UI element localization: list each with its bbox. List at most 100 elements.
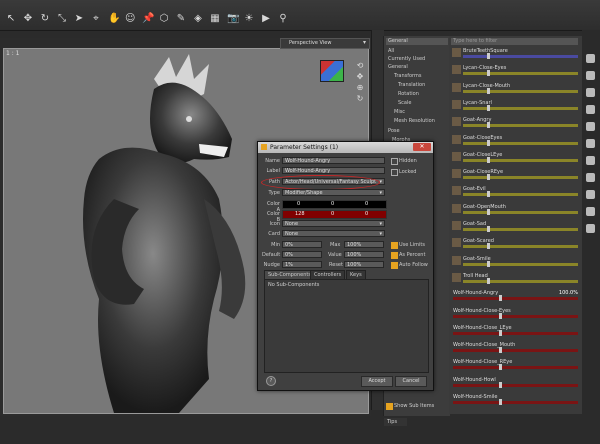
slider-thumb[interactable]: [487, 191, 490, 198]
parameter-row[interactable]: Wolf-Hound-Close-Eyes: [449, 308, 582, 319]
slider-thumb[interactable]: [499, 295, 502, 302]
parameter-row[interactable]: Goat-Smile: [449, 255, 582, 267]
parameter-slider[interactable]: [463, 210, 578, 214]
navigation-controls[interactable]: ⟲ ✥ ⊕ ↻: [355, 60, 365, 104]
color-a-swatch[interactable]: 0 0 0: [282, 200, 387, 209]
parameter-slider[interactable]: [463, 245, 578, 249]
surface-icon[interactable]: ▦: [210, 14, 220, 24]
paint-icon[interactable]: ✎: [176, 14, 186, 24]
parameter-row[interactable]: Goat-CloseLEye: [449, 151, 582, 163]
icon-dropdown[interactable]: None: [282, 220, 385, 227]
geometry-icon[interactable]: ◈: [193, 14, 203, 24]
parameter-row[interactable]: Goat-Evil: [449, 186, 582, 198]
default-field[interactable]: 0%: [282, 251, 322, 258]
parameter-row[interactable]: Wolf-Hound-Close_LEye: [449, 325, 582, 336]
parameter-row[interactable]: Lycan-Close-Eyes: [449, 65, 582, 77]
parameter-slider[interactable]: [463, 55, 578, 58]
slider-thumb[interactable]: [499, 347, 502, 354]
slider-thumb[interactable]: [499, 312, 502, 319]
parameter-slider[interactable]: [463, 124, 578, 128]
parameter-row[interactable]: Goat-OpenMouth: [449, 203, 582, 215]
slider-thumb[interactable]: [487, 139, 490, 146]
move-icon[interactable]: ✥: [23, 14, 33, 24]
parameter-slider[interactable]: [453, 401, 578, 404]
parameter-row[interactable]: Goat-Scared: [449, 238, 582, 250]
parameter-row[interactable]: Goat-CloseEyes: [449, 134, 582, 146]
parameter-slider[interactable]: [463, 89, 578, 93]
light-icon[interactable]: [586, 173, 595, 182]
rotate-icon[interactable]: ↻: [40, 14, 50, 24]
auto-follow-checkbox[interactable]: [391, 262, 398, 269]
parameter-row[interactable]: Wolf-Hound-Angry 100.0%: [449, 290, 582, 302]
slider-thumb[interactable]: [487, 226, 490, 232]
camera-icon[interactable]: [586, 190, 595, 199]
camera-icon[interactable]: 📷: [227, 14, 239, 24]
cancel-button[interactable]: Cancel: [395, 376, 427, 387]
tree-item[interactable]: All: [388, 48, 394, 54]
slider-thumb[interactable]: [487, 243, 490, 250]
grid-icon[interactable]: [586, 71, 595, 80]
parameter-slider[interactable]: [463, 158, 578, 162]
people-icon[interactable]: ☺: [125, 14, 135, 24]
min-field[interactable]: 0%: [282, 241, 322, 248]
parameter-row[interactable]: Wolf-Hound-Close_Mouth: [449, 342, 582, 354]
help-button[interactable]: ?: [266, 376, 276, 386]
viewport-view-selector[interactable]: Perspective View ▾: [280, 38, 370, 49]
tree-item[interactable]: Rotation: [398, 91, 419, 97]
node-icon[interactable]: ⬡: [159, 14, 169, 24]
tree-header[interactable]: General: [386, 38, 448, 45]
slider-thumb[interactable]: [487, 208, 490, 215]
tree-item[interactable]: Translation: [398, 82, 425, 88]
parameter-slider[interactable]: [463, 141, 578, 145]
tree-item[interactable]: General: [388, 64, 408, 70]
slider-thumb[interactable]: [487, 156, 490, 163]
render-icon[interactable]: [586, 207, 595, 216]
parameter-row[interactable]: Troll Head: [449, 272, 582, 284]
as-percent-checkbox[interactable]: [391, 252, 398, 259]
name-field[interactable]: Wolf-Hound-Angry: [282, 157, 385, 164]
slider-thumb[interactable]: [487, 70, 490, 77]
pose-icon[interactable]: ⚲: [278, 14, 288, 24]
render-icon[interactable]: ▶: [261, 14, 271, 24]
show-sub-items-row[interactable]: Show Sub Items: [386, 402, 446, 410]
parameter-row[interactable]: Wolf-Hound-Smile: [449, 394, 582, 405]
slider-thumb[interactable]: [487, 122, 490, 129]
parameter-row[interactable]: Goat-Angry: [449, 117, 582, 129]
parameter-slider[interactable]: [453, 349, 578, 353]
parameter-row[interactable]: Goat-CloseREye: [449, 169, 582, 181]
pose-icon[interactable]: [586, 122, 595, 131]
parameter-row[interactable]: Wolf-Hound-Howl: [449, 377, 582, 388]
slider-thumb[interactable]: [487, 174, 490, 181]
slider-thumb[interactable]: [487, 87, 490, 94]
tree-item[interactable]: Mesh Resolution: [394, 118, 435, 124]
parameter-value[interactable]: 100.0%: [559, 290, 578, 296]
type-dropdown[interactable]: Modifier/Shape: [282, 189, 385, 196]
close-button[interactable]: ✕: [413, 143, 431, 151]
parameter-slider[interactable]: [453, 314, 578, 318]
light-icon[interactable]: ☀: [244, 14, 254, 24]
gear-icon[interactable]: [586, 54, 595, 63]
slider-thumb[interactable]: [487, 104, 490, 111]
slider-thumb[interactable]: [499, 364, 502, 371]
view-cube[interactable]: [320, 60, 344, 82]
tree-item[interactable]: Pose: [388, 128, 400, 134]
parameter-slider[interactable]: [463, 228, 578, 231]
slider-thumb[interactable]: [487, 260, 490, 267]
tree-item[interactable]: Scale: [398, 100, 411, 106]
parameter-slider[interactable]: [463, 262, 578, 266]
parameter-row[interactable]: Lycan-Snarl: [449, 99, 582, 111]
parameter-slider[interactable]: [453, 297, 578, 301]
hidden-checkbox[interactable]: [391, 158, 398, 165]
hand-icon[interactable]: ✋: [108, 14, 120, 24]
value-field[interactable]: 100%: [344, 251, 384, 258]
max-field[interactable]: 100%: [344, 241, 384, 248]
pin-icon[interactable]: 📌: [142, 14, 154, 24]
joint-icon[interactable]: ⌖: [91, 14, 101, 24]
scale-icon[interactable]: ⤡: [57, 14, 67, 24]
cursor-icon[interactable]: ➤: [74, 14, 84, 24]
parameter-row[interactable]: Wolf-Hound-Close_REye: [449, 359, 582, 371]
shape-icon[interactable]: [586, 139, 595, 148]
parameter-row[interactable]: BruteTeethSquare: [449, 48, 582, 59]
parameter-slider[interactable]: [463, 72, 578, 76]
reset-field[interactable]: 100%: [344, 261, 384, 268]
